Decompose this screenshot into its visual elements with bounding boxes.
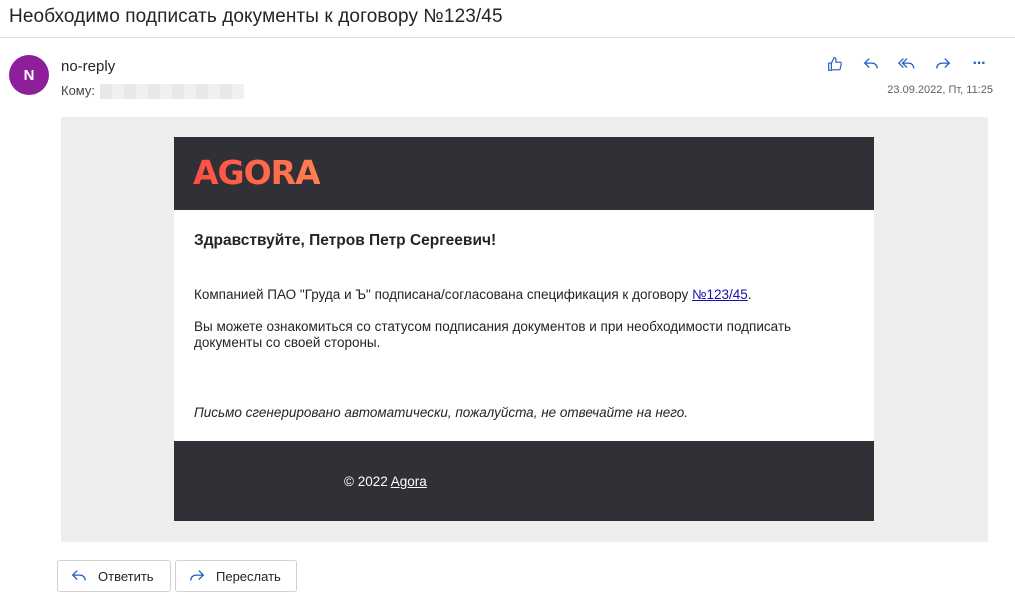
reply-all-action-button[interactable] [889, 53, 925, 75]
forward-button[interactable]: Переслать [175, 560, 297, 592]
forward-button-label: Переслать [216, 568, 281, 584]
spec-signed-paragraph: Компанией ПАО "Груда и Ъ" подписана/согл… [194, 287, 752, 302]
para1-text: Компанией ПАО "Груда и Ъ" подписана/согл… [194, 287, 692, 302]
sender-name[interactable]: no-reply [61, 58, 115, 75]
forward-icon [190, 570, 205, 581]
sender-avatar[interactable]: N [9, 55, 49, 95]
email-body-frame: AGORA Здравствуйте, Петров Петр Сергееви… [61, 117, 988, 542]
greeting: Здравствуйте, Петров Петр Сергеевич! [194, 232, 497, 249]
message-date: 23.09.2022, Пт, 11:25 [887, 84, 993, 96]
subject-bar: Необходимо подписать документы к договор… [0, 0, 1015, 38]
message-actions: ··· [817, 53, 997, 75]
reply-action-button[interactable] [853, 53, 889, 75]
email-header: AGORA [174, 137, 874, 210]
reply-icon [71, 570, 86, 581]
agora-footer-link[interactable]: Agora [391, 474, 427, 489]
recipient-redacted [100, 84, 244, 99]
reply-button-label: Ответить [98, 568, 154, 584]
reply-all-icon [898, 58, 915, 69]
copyright-text: © 2022 [344, 474, 391, 489]
copyright: © 2022 Agora [344, 474, 427, 489]
like-button[interactable] [817, 53, 853, 75]
status-paragraph: Вы можете ознакомиться со статусом подпи… [194, 319, 792, 350]
more-icon: ··· [972, 55, 987, 72]
agora-logo: AGORA [193, 153, 321, 192]
email-subject: Необходимо подписать документы к договор… [9, 6, 503, 27]
contract-link[interactable]: №123/45 [692, 287, 748, 302]
email-card: AGORA Здравствуйте, Петров Петр Сергееви… [174, 137, 874, 521]
forward-action-button[interactable] [925, 53, 961, 75]
more-button[interactable]: ··· [961, 53, 997, 75]
to-label: Кому: [61, 83, 95, 98]
auto-generated-note: Письмо сгенерировано автоматически, пожа… [194, 405, 689, 420]
email-footer: © 2022 Agora [174, 441, 874, 521]
para1-end: . [747, 287, 752, 302]
like-icon [828, 57, 842, 71]
forward-icon [936, 58, 951, 69]
reply-button[interactable]: Ответить [57, 560, 171, 592]
reply-icon [863, 58, 878, 69]
